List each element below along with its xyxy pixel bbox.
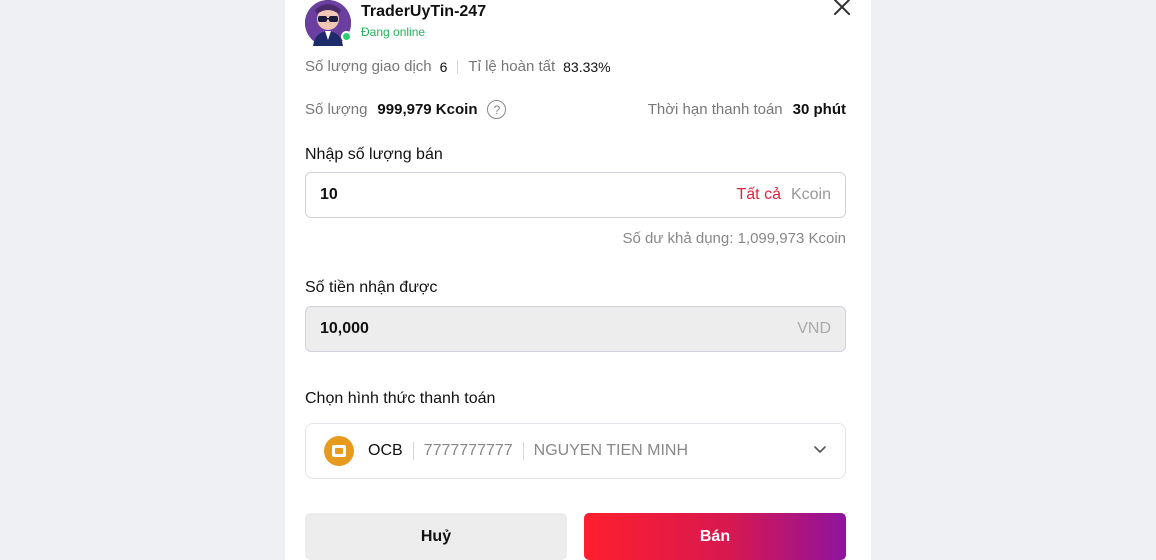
trader-name: TraderUyTin-247 [361, 3, 487, 20]
receive-unit: VND [797, 320, 831, 337]
bank-name: OCB [368, 442, 403, 459]
account-name: NGUYEN TIEN MINH [533, 442, 689, 459]
available-balance: Số dư khả dụng: 1,099,973 Kcoin [622, 230, 846, 247]
payment-divider [412, 442, 414, 460]
sell-unit: Kcoin [790, 186, 831, 203]
payment-method-select[interactable]: OCB 7777777777 NGUYEN TIEN MINH [305, 423, 846, 479]
receive-amount-label: Số tiền nhận được [305, 279, 438, 296]
trades-value: 6 [439, 58, 448, 75]
sell-amount-label: Nhập số lượng bán [305, 146, 443, 163]
cancel-button[interactable]: Huỷ [305, 513, 567, 560]
question-circle-icon[interactable]: ? [487, 100, 507, 119]
receive-amount-value: 10,000 [320, 320, 369, 337]
trades-label: Số lượng giao dịch [305, 58, 432, 75]
sell-amount-field[interactable]: 10 Tất cả Kcoin [305, 172, 846, 218]
payment-method-label: Chọn hình thức thanh toán [305, 390, 496, 407]
sell-amount-input[interactable]: 10 [320, 186, 338, 204]
trader-stats: Số lượng giao dịch 6 Tỉ lệ hoàn tất 83.3… [305, 58, 611, 75]
offer-info-row: Số lượng 999,979 Kcoin ? Thời hạn thanh … [305, 100, 846, 119]
completion-value: 83.33% [563, 58, 611, 75]
completion-label: Tỉ lệ hoàn tất [468, 58, 556, 75]
deadline-value: 30 phút [792, 101, 846, 118]
account-number: 7777777777 [423, 442, 513, 459]
sell-order-modal: TraderUyTin-247 Đang online Số lượng gia… [285, 0, 871, 560]
amount-label: Số lượng [305, 101, 368, 118]
stats-divider [457, 59, 459, 74]
close-icon[interactable] [831, 0, 853, 18]
sell-button[interactable]: Bán [584, 513, 846, 560]
payment-divider [522, 442, 524, 460]
ocb-logo-icon [324, 436, 354, 466]
receive-amount-field: 10,000 VND [305, 306, 846, 352]
sell-all-link[interactable]: Tất cả [737, 186, 781, 204]
trader-status: Đang online [361, 25, 426, 39]
online-status-dot [341, 31, 352, 42]
deadline-label: Thời hạn thanh toán [647, 101, 783, 118]
amount-value: 999,979 Kcoin [377, 101, 478, 118]
chevron-down-icon[interactable] [813, 442, 827, 460]
